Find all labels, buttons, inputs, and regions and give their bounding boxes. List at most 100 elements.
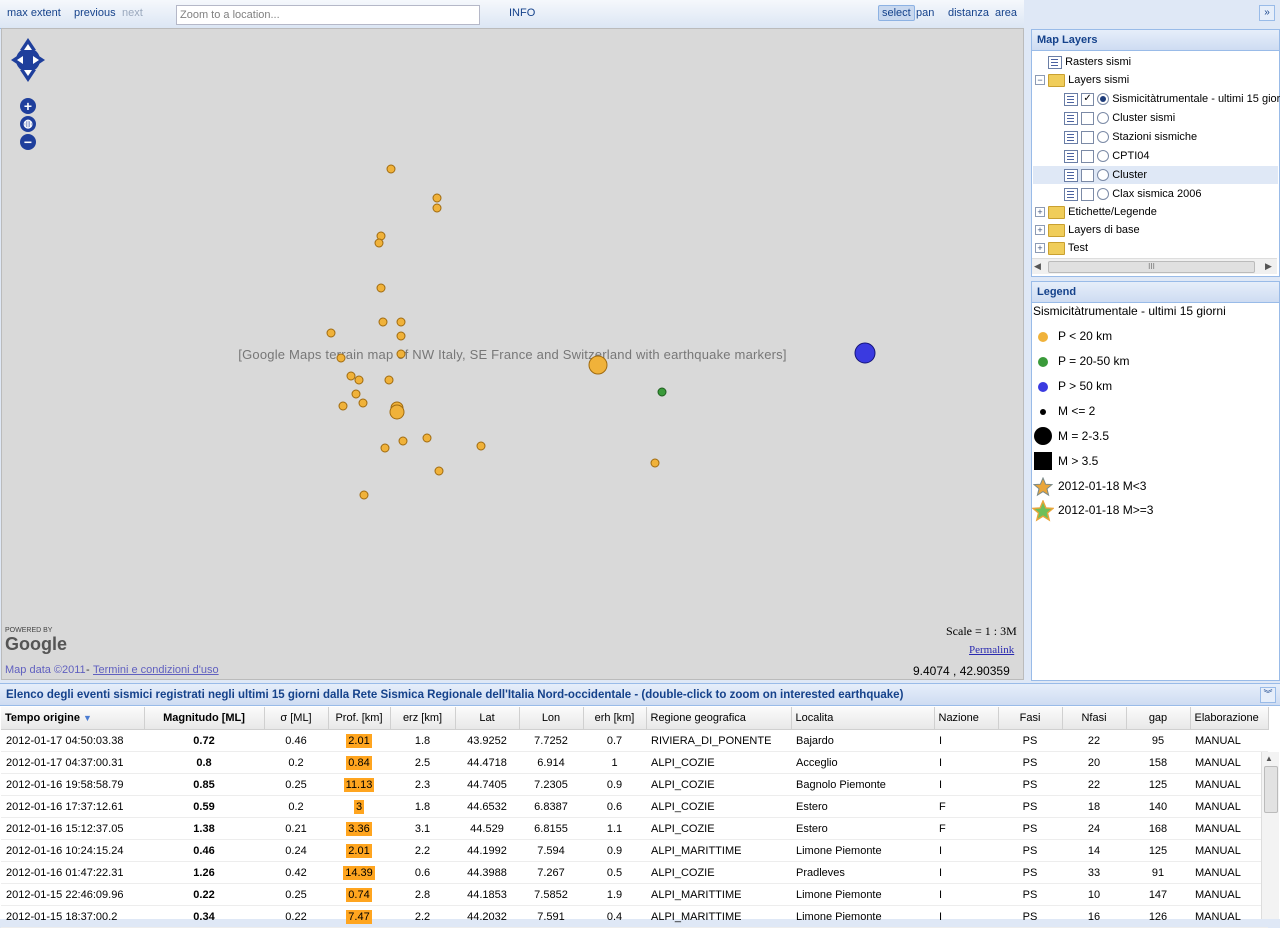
table-cell: 0.22 [264,905,328,928]
column-header-lat[interactable]: Lat [455,707,520,730]
table-cell: 7.594 [519,839,583,862]
table-cell: 0.2 [264,751,328,774]
layer-visibility-checkbox[interactable]: ✓ [1081,92,1095,106]
table-cell: 2.8 [390,883,455,906]
column-header-nazione[interactable]: Nazione [934,707,999,730]
expand-icon[interactable]: + [1035,225,1045,236]
permalink-link[interactable]: Permalink [969,644,1014,656]
table-cell: 0.21 [264,817,328,840]
layer-visibility-checkbox[interactable] [1081,168,1095,182]
layer-visibility-checkbox[interactable] [1081,187,1095,201]
layer-visibility-checkbox[interactable] [1081,149,1095,163]
max-extent-button[interactable]: max extent [7,7,61,19]
table-cell: I [934,729,998,752]
table-row[interactable]: 2012-01-16 15:12:37.05 1.38 0.21 3.36 3.1 44.… [1,817,1268,840]
table-row[interactable]: 2012-01-15 18:37:00.2 0.34 0.22 7.47 2.2 44.2… [1,905,1268,928]
table-cell: 10 [1062,883,1126,906]
column-header-nfasi[interactable]: Nfasi [1062,707,1127,730]
depth-value: 3 [353,799,365,814]
tree-item-test[interactable]: + Test [1035,239,1088,257]
location-search-input[interactable] [176,5,480,25]
expand-icon[interactable]: + [1035,207,1045,218]
google-logo: Google [5,634,67,654]
tree-item-layers-sismi[interactable]: − Layers sismi [1035,71,1129,89]
table-row[interactable]: 2012-01-17 04:50:03.38 0.72 0.46 2.01 1.8 43.… [1,729,1268,752]
area-button[interactable]: area [995,7,1017,19]
table-row[interactable]: 2012-01-15 22:46:09.96 0.22 0.25 0.74 2.8 44.… [1,883,1268,906]
layer-active-radio[interactable] [1097,188,1110,201]
layer-active-radio[interactable] [1097,131,1110,144]
map-view[interactable]: [Google Maps terrain map of NW Italy, SE… [1,28,1024,680]
table-cell: 3.36 [328,817,390,840]
column-header-fasi[interactable]: Fasi [998,707,1063,730]
orange-circle-icon [1038,332,1048,342]
column-header-tempo-origine[interactable]: Tempo origine ▼ [1,707,145,730]
table-cell: 7.2305 [519,773,583,796]
table-cell: MANUAL [1190,729,1268,752]
column-header-erh[interactable]: erh [km] [583,707,647,730]
table-row[interactable]: 2012-01-16 19:58:58.79 0.85 0.25 11.13 2.3 44… [1,773,1268,796]
tree-item-stazioni-sismiche[interactable]: Stazioni sismiche [1064,128,1197,146]
tree-item-sismicita-strumentale[interactable]: ✓ Sismicitàtrumentale - ultimi 15 giorni [1064,90,1280,108]
distanza-button[interactable]: distanza [948,7,989,19]
layer-visibility-checkbox[interactable] [1081,130,1095,144]
expand-icon[interactable]: + [1035,243,1045,254]
column-header-erz[interactable]: erz [km] [390,707,456,730]
table-cell: 0.59 [144,795,264,818]
table-cell: 2012-01-16 10:24:15.24 [1,839,144,862]
pan-button[interactable]: pan [916,7,934,19]
next-button[interactable]: next [122,7,143,19]
layer-active-radio[interactable] [1097,150,1110,163]
globe-icon[interactable]: ◍ [20,116,36,132]
folder-icon [1048,241,1066,255]
column-header-regione[interactable]: Regione geografica [646,707,792,730]
zoom-in-button[interactable]: + [20,98,36,114]
table-cell: 3 [328,795,390,818]
select-button[interactable]: select [878,5,915,21]
table-vertical-scrollbar[interactable]: ▲ [1261,752,1279,919]
column-header-lon[interactable]: Lon [519,707,584,730]
table-row[interactable]: 2012-01-16 01:47:22.31 1.26 0.42 14.39 0.6 44… [1,861,1268,884]
table-row[interactable]: 2012-01-17 04:37:00.31 0.8 0.2 0.84 2.5 44.47… [1,751,1268,774]
info-button[interactable]: INFO [509,7,535,19]
previous-button[interactable]: previous [74,7,116,19]
folder-open-icon [1048,73,1066,87]
table-cell: 44.3988 [455,861,519,884]
column-header-localita[interactable]: Localita [791,707,935,730]
depth-value: 0.74 [346,887,372,902]
layer-active-radio[interactable] [1097,169,1110,182]
collapse-list-icon[interactable]: ︾ [1260,687,1276,703]
legend-panel: Legend Sismicitàtrumentale - ultimi 15 g… [1031,281,1280,681]
column-header-gap[interactable]: gap [1126,707,1191,730]
column-header-sigma[interactable]: σ [ML] [264,707,329,730]
table-row[interactable]: 2012-01-16 17:37:12.61 0.59 0.2 3 1.8 44.6532… [1,795,1268,818]
collapse-right-panel-icon[interactable]: » [1259,5,1275,21]
terms-link[interactable]: Termini e condizioni d'uso [93,664,219,676]
layer-icon [1064,130,1078,144]
layer-visibility-checkbox[interactable] [1081,111,1095,125]
column-header-elaborazione[interactable]: Elaborazione [1190,707,1269,730]
tree-item-layers-di-base[interactable]: + Layers di base [1035,221,1140,239]
column-header-magnitudo[interactable]: Magnitudo [ML] [144,707,265,730]
layer-active-radio[interactable] [1097,112,1110,125]
pan-control[interactable] [9,36,47,84]
mouse-coordinates: 9.4074 , 42.90359 [913,664,1010,678]
table-row[interactable]: 2012-01-16 10:24:15.24 0.46 0.24 2.01 2.2 44.… [1,839,1268,862]
tree-item-cluster-sismi[interactable]: Cluster sismi [1064,109,1175,127]
table-cell: 0.34 [144,905,264,928]
tree-item-etichette-legende[interactable]: + Etichette/Legende [1035,203,1157,221]
table-cell: 44.7405 [455,773,519,796]
layers-horizontal-scrollbar[interactable]: III ◀ ▶ [1032,258,1277,274]
tree-item-cpti04[interactable]: CPTI04 [1064,147,1149,165]
tree-item-rasters-sismi[interactable]: Rasters sismi [1048,53,1131,71]
table-cell: PS [998,751,1062,774]
table-cell: ALPI_MARITTIME [646,839,791,862]
table-cell: 0.24 [264,839,328,862]
layer-active-radio[interactable] [1097,93,1110,106]
collapse-icon[interactable]: − [1035,75,1045,86]
tree-item-cluster[interactable]: Cluster [1033,166,1278,184]
column-header-prof[interactable]: Prof. [km] [328,707,391,730]
map-scale: Scale = 1 : 3M [946,624,1017,638]
zoom-out-button[interactable]: − [20,134,36,150]
tree-item-clax-sismica[interactable]: Clax sismica 2006 [1064,185,1201,203]
